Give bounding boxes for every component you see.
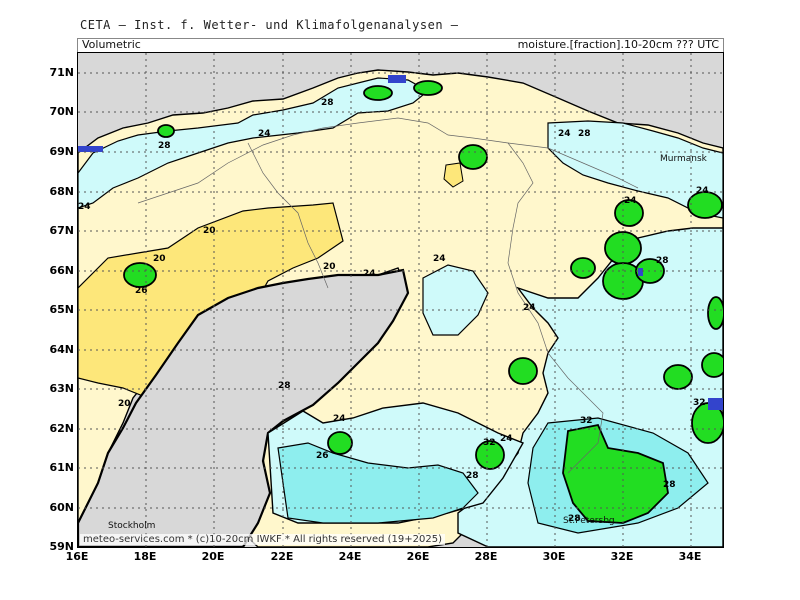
city-label-st-petersburg: St.Petersbg. — [563, 516, 618, 526]
contour-label: 28 — [578, 129, 591, 139]
variable-name: Volumetric — [82, 38, 141, 51]
contour-label: 28 — [663, 480, 676, 490]
contour-label: 28 — [278, 381, 291, 391]
lon-tick: 20E — [201, 550, 225, 563]
page-title: CETA — Inst. f. Wetter- und Klimafolgena… — [80, 18, 459, 32]
contour-label: 28 — [466, 471, 479, 481]
lat-tick: 62N — [49, 422, 74, 435]
lon-tick: 24E — [338, 550, 362, 563]
lat-tick: 71N — [49, 66, 74, 79]
lat-tick: 70N — [49, 105, 74, 118]
contour-label: 24 — [558, 129, 571, 139]
contour-label: 24 — [363, 269, 376, 279]
lon-tick: 30E — [542, 550, 566, 563]
contour-label: 32 — [693, 398, 706, 408]
contour-label: 26 — [135, 286, 148, 296]
contour-label: 32 — [483, 438, 496, 448]
lat-tick: 65N — [49, 303, 74, 316]
contour-label: 24 — [696, 186, 709, 196]
lon-tick: 26E — [406, 550, 430, 563]
contour-label: 24 — [624, 196, 637, 206]
lat-tick: 61N — [49, 461, 74, 474]
map-canvas[interactable]: 20 20 20 20 26 26 24 24 24 24 24 24 24 2… — [77, 52, 724, 548]
contour-label: 28 — [656, 256, 669, 266]
lon-tick: 28E — [474, 550, 498, 563]
contour-label: 24 — [78, 202, 91, 212]
lat-tick: 69N — [49, 145, 74, 158]
variable-description: moisture.[fraction].10-20cm ??? UTC — [517, 38, 719, 51]
lon-tick: 22E — [270, 550, 294, 563]
contour-label: 24 — [433, 254, 446, 264]
contour-label: 32 — [580, 416, 593, 426]
contour-label: 24 — [333, 414, 346, 424]
lat-tick: 67N — [49, 224, 74, 237]
contour-label: 24 — [523, 303, 536, 313]
contour-label: 24 — [500, 434, 513, 444]
contour-label: 28 — [321, 98, 334, 108]
contour-label: 20 — [153, 254, 166, 264]
contour-label: 28 — [158, 141, 171, 151]
lon-tick: 16E — [65, 550, 89, 563]
contour-label: 20 — [323, 262, 336, 272]
lat-tick: 68N — [49, 185, 74, 198]
lat-tick: 64N — [49, 343, 74, 356]
lat-tick: 60N — [49, 501, 74, 514]
lon-tick: 32E — [610, 550, 634, 563]
soil-moisture-map: 20 20 20 20 26 26 24 24 24 24 24 24 24 2… — [78, 53, 723, 547]
lon-tick: 18E — [133, 550, 157, 563]
city-label-stockholm: Stockholm — [108, 521, 155, 531]
contour-label: 26 — [316, 451, 329, 461]
lon-tick: 34E — [678, 550, 702, 563]
lat-tick: 63N — [49, 382, 74, 395]
city-label-murmansk: Murmansk — [660, 154, 708, 164]
copyright-credit: meteo-services.com * (c)10-20cm IWKF * A… — [80, 534, 446, 545]
lat-tick: 66N — [49, 264, 74, 277]
contour-label: 20 — [203, 226, 216, 236]
map-header: Volumetric moisture.[fraction].10-20cm ?… — [77, 38, 724, 53]
contour-label: 20 — [118, 399, 131, 409]
contour-label: 24 — [258, 129, 271, 139]
